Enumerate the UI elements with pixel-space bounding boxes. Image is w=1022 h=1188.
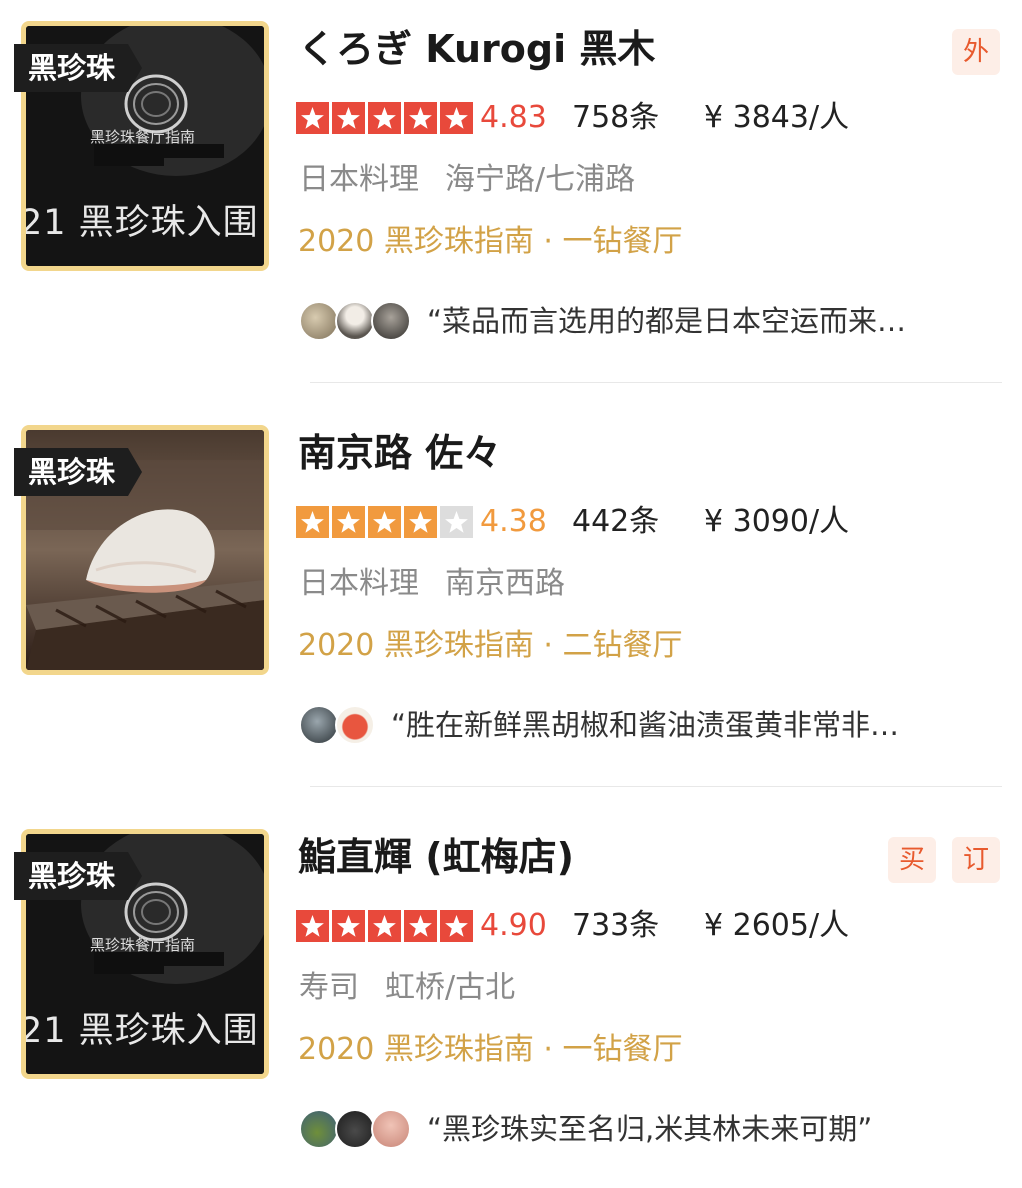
award-label: 2020 黑珍珠指南 · 二钻餐厅 [298,628,683,663]
average-price: ¥ 3090/人 [704,504,850,539]
black-pearl-badge: 黑珍珠 [14,448,142,496]
category-location: 寿司 虹桥/古北 [299,968,515,1008]
average-price: ¥ 3843/人 [704,100,850,135]
avatar [335,301,375,341]
star-rating [296,102,473,134]
review-count: 758条 [572,100,660,135]
category-location: 日本料理 南京西路 [299,564,565,604]
category-location: 日本料理 海宁路/七浦路 [299,160,635,200]
area-label: 南京西路 [445,566,565,601]
avatar [299,301,339,341]
booking-tag: 订 [952,837,1000,883]
badge-label: 黑珍珠 [28,51,116,85]
review-text: “菜品而言选用的都是日本空运而来… [427,304,907,338]
thumbnail-caption: 黑珍珠餐厅指南 [90,936,196,954]
star-rating [296,506,473,538]
cuisine-label: 寿司 [299,970,359,1005]
star-rating [296,910,473,942]
thumbnail-text: 21 黑珍珠入围 [21,203,259,243]
black-pearl-badge: 黑珍珠 [14,44,142,92]
restaurant-card[interactable]: 黑珍珠 南京路 佐々 4.38 442条 ¥ 3090/人 日本料理 南京西路 2… [0,404,1022,784]
restaurant-card[interactable]: 黑珍珠餐厅指南 21 黑珍珠入围 黑珍珠 くろぎ Kurogi 黑木 外 4.8… [0,0,1022,380]
review-count: 733条 [572,908,660,943]
cuisine-label: 日本料理 [299,566,419,601]
thumbnail-caption: 黑珍珠餐厅指南 [90,128,196,146]
review-count: 442条 [572,504,660,539]
restaurant-name[interactable]: 鮨直輝 (虹梅店) [298,832,574,882]
award-label: 2020 黑珍珠指南 · 一钻餐厅 [298,224,683,259]
avatar [299,1109,339,1149]
area-label: 海宁路/七浦路 [445,162,636,197]
divider [310,382,1002,383]
badge-label: 黑珍珠 [28,859,116,893]
divider [310,786,1002,787]
avatar [371,1109,411,1149]
restaurant-name[interactable]: くろぎ Kurogi 黑木 [298,24,655,74]
restaurant-card[interactable]: 黑珍珠餐厅指南 21 黑珍珠入围 黑珍珠 鮨直輝 (虹梅店) 买 订 4.90 … [0,808,1022,1188]
rating-score: 4.83 [480,100,547,135]
rating-score: 4.90 [480,908,547,943]
area-label: 虹桥/古北 [385,970,516,1005]
buy-tag: 买 [888,837,936,883]
takeout-tag: 外 [952,29,1000,75]
rating-score: 4.38 [480,504,547,539]
avatar [371,301,411,341]
review-text: “胜在新鲜黑胡椒和酱油渍蛋黄非常非… [391,708,900,742]
award-label: 2020 黑珍珠指南 · 一钻餐厅 [298,1032,683,1067]
black-pearl-badge: 黑珍珠 [14,852,142,900]
avatar [335,1109,375,1149]
review-text: “黑珍珠实至名归,米其林未来可期” [427,1112,873,1146]
thumbnail-text: 21 黑珍珠入围 [21,1011,259,1051]
cuisine-label: 日本料理 [299,162,419,197]
restaurant-name[interactable]: 南京路 佐々 [298,428,501,478]
badge-label: 黑珍珠 [28,455,116,489]
average-price: ¥ 2605/人 [704,908,850,943]
avatar [299,705,339,745]
avatar [335,705,375,745]
